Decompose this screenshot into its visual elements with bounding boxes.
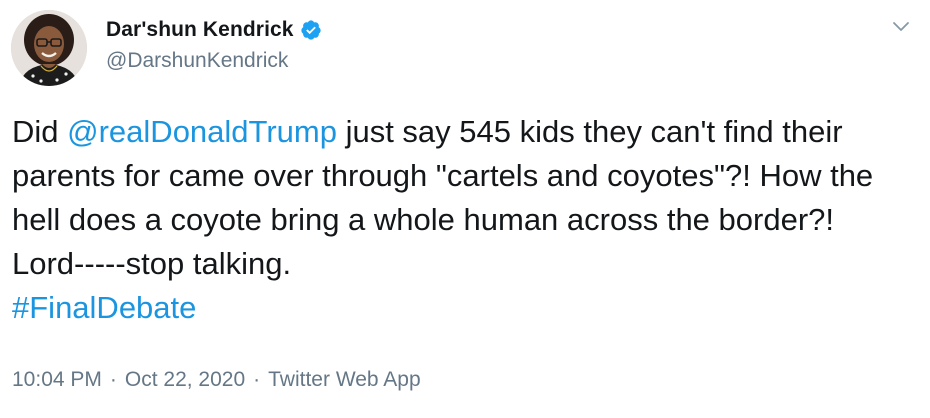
tweet-card: Dar'shun Kendrick @DarshunKendrick Did @… [0, 0, 930, 418]
profile-photo [11, 10, 87, 86]
mention-link[interactable]: @realDonaldTrump [67, 114, 337, 149]
display-name[interactable]: Dar'shun Kendrick [106, 18, 294, 42]
meta-separator: · [109, 368, 117, 391]
meta-separator: · [253, 368, 261, 391]
author-block[interactable]: Dar'shun Kendrick @DarshunKendrick [106, 14, 322, 73]
timestamp-time[interactable]: 10:04 PM [12, 368, 102, 392]
name-row: Dar'shun Kendrick [106, 14, 322, 46]
chevron-down-icon [892, 20, 910, 38]
handle[interactable]: @DarshunKendrick [106, 49, 322, 73]
tweet-menu-button[interactable] [888, 16, 914, 42]
tweet-meta: 10:04 PM · Oct 22, 2020 · Twitter Web Ap… [12, 368, 421, 392]
timestamp-date[interactable]: Oct 22, 2020 [125, 368, 245, 392]
tweet-text-segment: Did [12, 114, 68, 149]
avatar[interactable] [11, 10, 87, 86]
source-label[interactable]: Twitter Web App [268, 368, 421, 392]
tweet-text: Did @realDonaldTrump just say 545 kids t… [12, 110, 912, 330]
verified-badge-icon [300, 19, 322, 41]
hashtag-link[interactable]: #FinalDebate [12, 290, 196, 325]
